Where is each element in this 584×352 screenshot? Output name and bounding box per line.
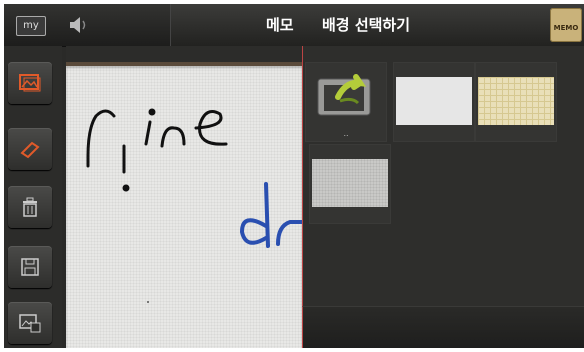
handwriting-dr: [240, 182, 302, 248]
background-beige-tile[interactable]: [475, 62, 557, 142]
handwriting-layer: [86, 108, 302, 303]
delete-button[interactable]: [8, 186, 52, 228]
trash-icon: [23, 197, 37, 217]
picture-icon: [19, 74, 41, 92]
left-toolbar: [4, 46, 62, 348]
save-button[interactable]: [8, 246, 52, 288]
eraser-icon: [20, 141, 40, 159]
memo-title: 메모: [266, 16, 294, 34]
sheet-title: 배경 선택하기: [322, 16, 411, 34]
save-icon: [21, 258, 39, 276]
handwriting-fine: [86, 108, 228, 192]
background-grey-swatch: [312, 159, 388, 207]
image-save-icon: [19, 314, 41, 333]
speaker-icon[interactable]: [66, 15, 90, 35]
background-grey-tile[interactable]: [309, 144, 391, 224]
background-beige-grid-swatch: [478, 77, 554, 125]
background-white-tile[interactable]: [393, 62, 475, 142]
memo-icon[interactable]: MEMO: [550, 8, 582, 42]
up-folder-tile[interactable]: ..: [305, 62, 387, 142]
eraser-button[interactable]: [8, 128, 52, 170]
up-folder-label: ..: [343, 129, 349, 138]
background-picker-panel: ..: [302, 46, 584, 348]
background-button[interactable]: [8, 62, 52, 104]
top-bar: my 메모 배경 선택하기 MEMO: [4, 4, 584, 47]
export-image-button[interactable]: [8, 302, 52, 344]
panel-bottom-bar: [302, 306, 584, 348]
folder-up-icon: [317, 74, 371, 116]
drawing-canvas[interactable]: [66, 62, 302, 348]
my-button[interactable]: my: [16, 16, 46, 36]
app-screen: my 메모 배경 선택하기 MEMO ..: [4, 4, 584, 348]
background-white-swatch: [396, 77, 472, 125]
